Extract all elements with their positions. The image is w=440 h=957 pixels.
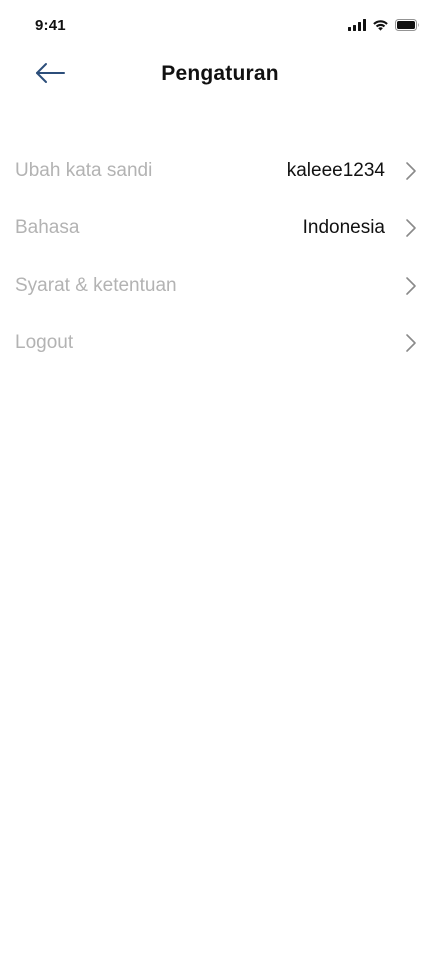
settings-item-label: Ubah kata sandi	[15, 159, 153, 181]
settings-item-label: Logout	[15, 332, 74, 354]
settings-item-change-password[interactable]: Ubah kata sandi kaleee1234	[0, 142, 440, 200]
chevron-right-icon	[404, 332, 418, 354]
page-title: Pengaturan	[161, 62, 279, 85]
battery-icon	[395, 19, 420, 31]
status-bar: 9:41	[0, 0, 440, 52]
settings-item-value: Indonesia	[302, 217, 385, 239]
chevron-right-icon	[404, 275, 418, 297]
settings-item-terms[interactable]: Syarat & ketentuan	[0, 257, 440, 315]
chevron-right-icon	[404, 217, 418, 239]
status-icons	[348, 19, 420, 31]
header: Pengaturan	[0, 52, 440, 100]
wifi-icon	[372, 19, 389, 31]
chevron-right-icon	[404, 160, 418, 182]
settings-item-label: Bahasa	[15, 217, 80, 239]
settings-item-value: kaleee1234	[286, 159, 385, 181]
settings-item-logout[interactable]: Logout	[0, 315, 440, 373]
settings-item-label: Syarat & ketentuan	[15, 274, 177, 296]
settings-item-language[interactable]: Bahasa Indonesia	[0, 200, 440, 258]
status-time: 9:41	[35, 17, 66, 34]
cellular-signal-icon	[348, 19, 366, 31]
settings-list: Ubah kata sandi kaleee1234 Bahasa Indone…	[0, 142, 440, 372]
